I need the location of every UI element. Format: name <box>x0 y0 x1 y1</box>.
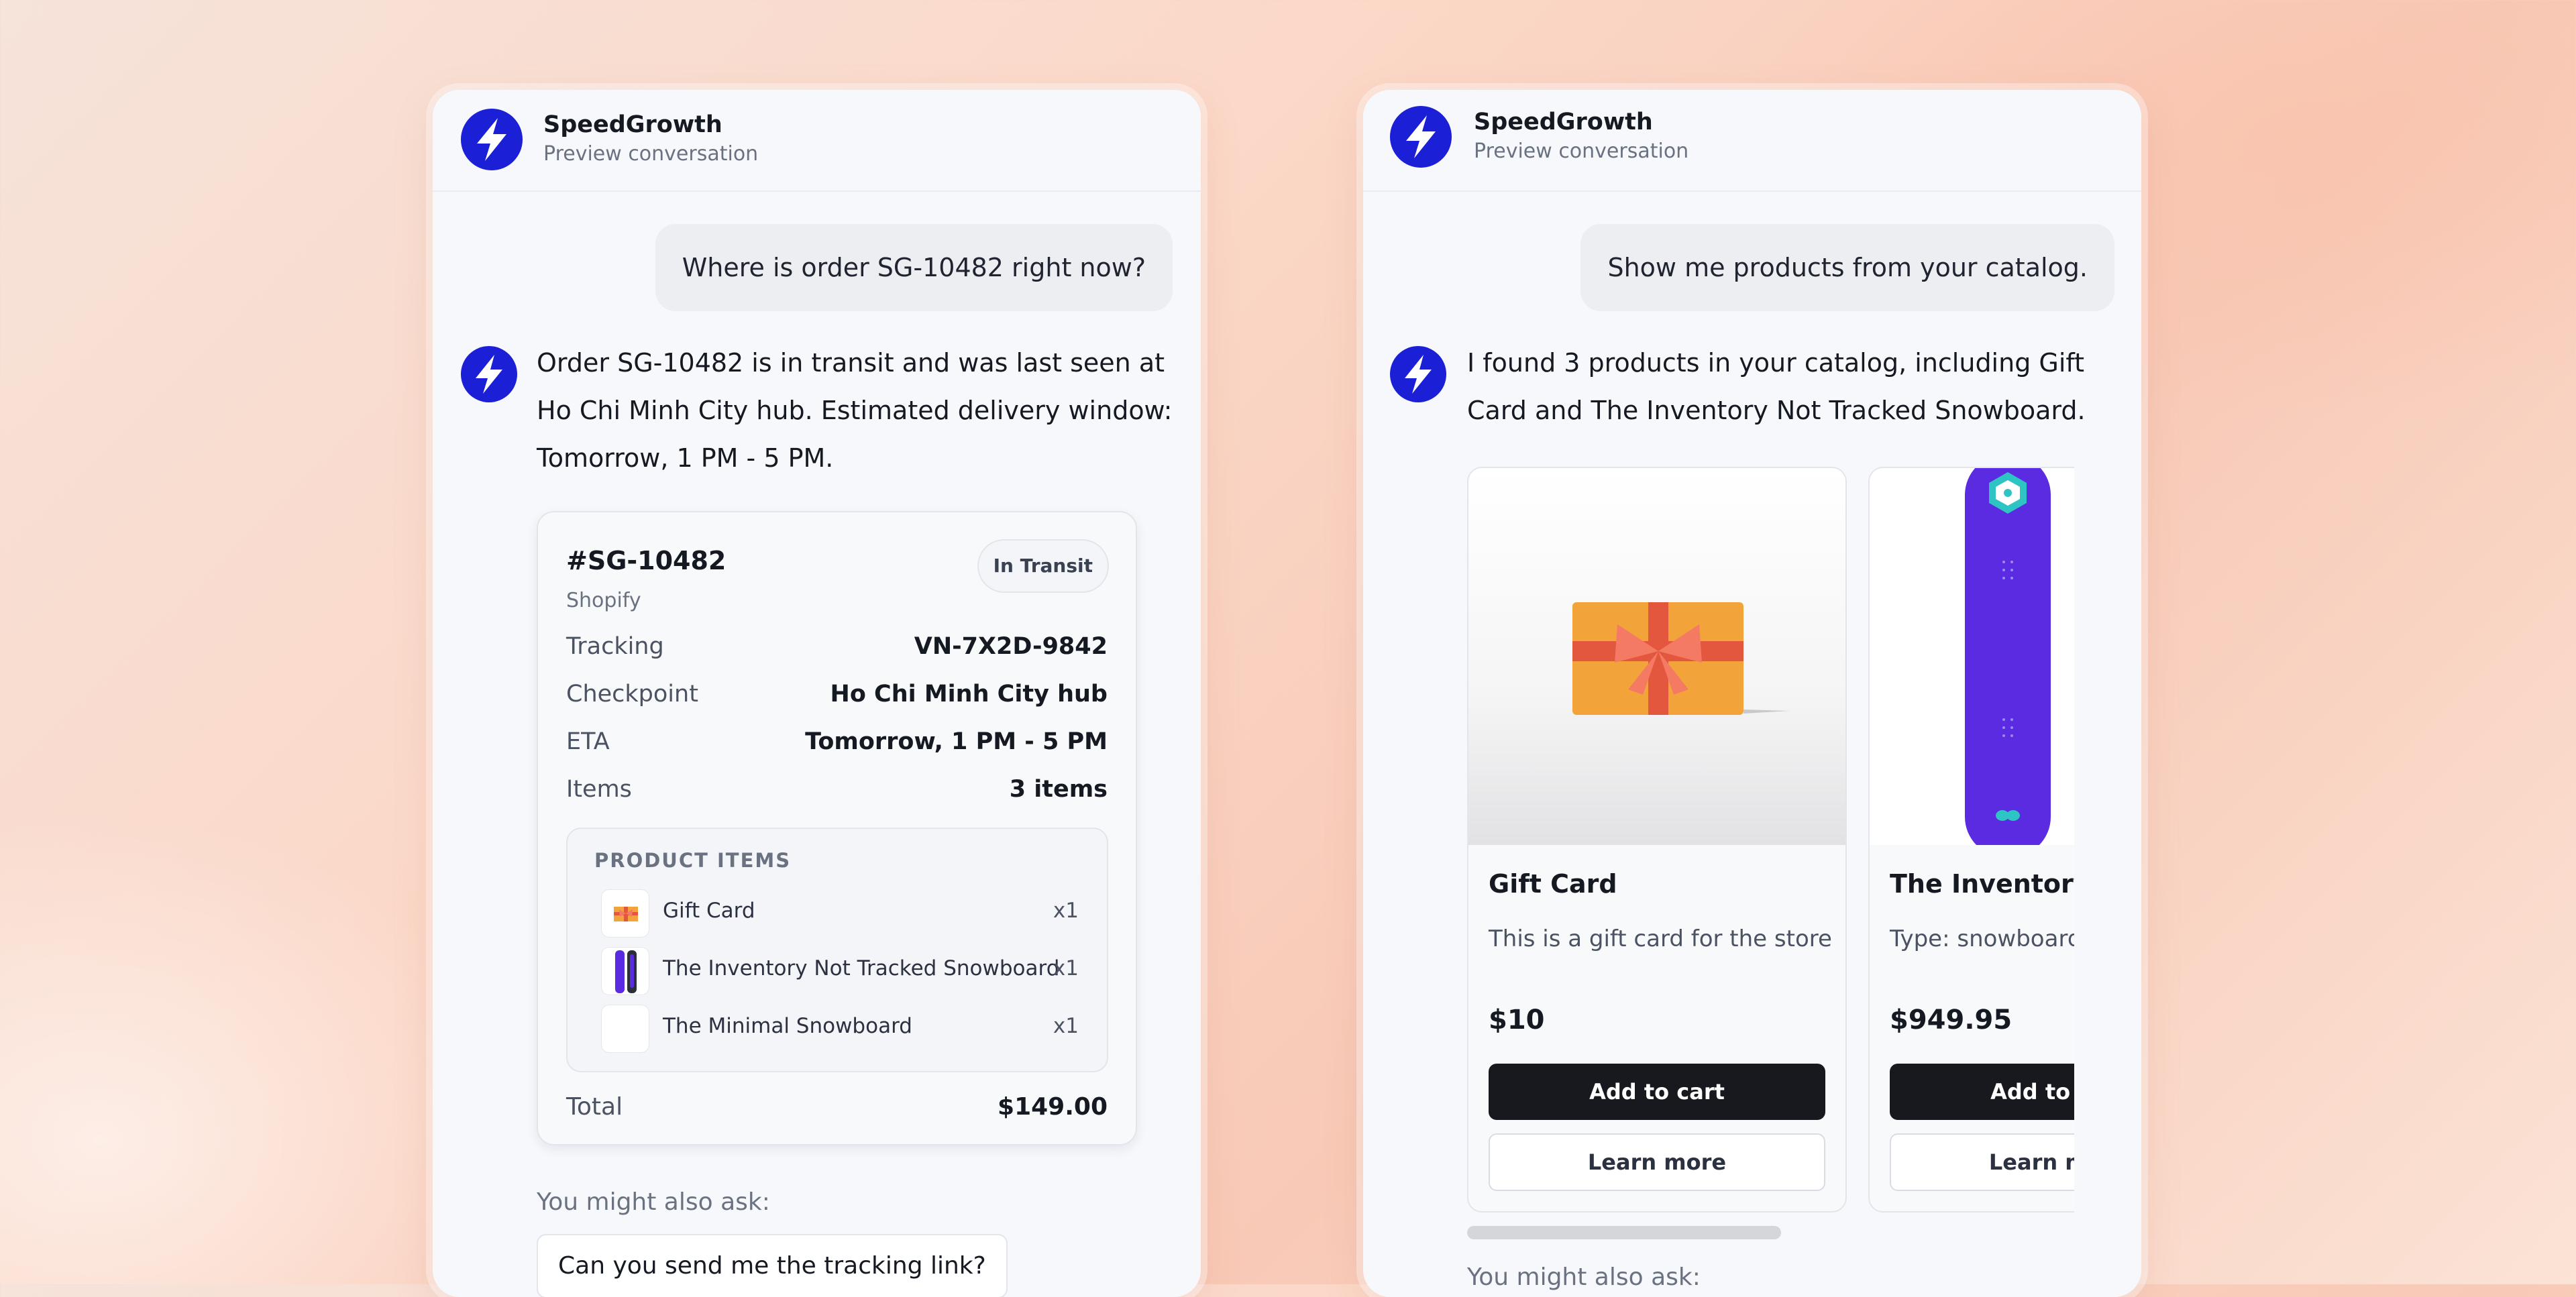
items-row: Items 3 items <box>566 776 1108 809</box>
field-value: Ho Chi Minh City hub <box>830 681 1108 708</box>
snowboard-thumbnail <box>601 947 649 995</box>
snowboard-image <box>1870 468 2074 845</box>
field-label: Tracking <box>566 633 664 660</box>
lightning-bolt-icon <box>1390 106 1452 168</box>
bot-message-line: Card and The Inventory Not Tracked Snowb… <box>1467 396 2086 425</box>
suggestions-title: You might also ask: <box>1467 1263 1701 1291</box>
carousel-scrollbar[interactable] <box>1467 1226 1781 1239</box>
order-id: #SG-10482 <box>566 546 727 575</box>
product-description: Type: snowboard <box>1890 925 2074 952</box>
field-label: Checkpoint <box>566 681 698 708</box>
checkpoint-row: Checkpoint Ho Chi Minh City hub <box>566 681 1108 714</box>
eta-row: ETA Tomorrow, 1 PM - 5 PM <box>566 728 1108 762</box>
chat-preview-order: SpeedGrowth Preview conversation Where i… <box>433 90 1201 1297</box>
field-value: Tomorrow, 1 PM - 5 PM <box>805 728 1108 755</box>
product-title: The Inventory Not Tracked Snowboard <box>1890 869 2074 899</box>
product-description: This is a gift card for the store <box>1489 925 1832 952</box>
chat-preview-catalog: SpeedGrowth Preview conversation Show me… <box>1363 90 2141 1297</box>
add-to-cart-button[interactable]: Add to cart <box>1489 1064 1825 1120</box>
order-card: #SG-10482 Shopify In Transit Tracking VN… <box>537 511 1137 1145</box>
field-value: 3 items <box>1009 776 1108 803</box>
product-qty: x1 <box>1053 1014 1079 1038</box>
tracking-row: Tracking VN-7X2D-9842 <box>566 633 1108 667</box>
chat-header: SpeedGrowth Preview conversation <box>1363 90 2141 192</box>
order-source: Shopify <box>566 589 641 612</box>
product-qty: x1 <box>1053 956 1079 980</box>
product-name: The Inventory Not Tracked Snowboard <box>663 956 1060 980</box>
user-message: Where is order SG-10482 right now? <box>655 224 1173 311</box>
user-message: Show me products from your catalog. <box>1580 224 2114 311</box>
add-to-cart-button[interactable]: Add to cart <box>1890 1064 2074 1120</box>
background <box>0 0 2576 1284</box>
product-price: $949.95 <box>1890 1005 2012 1035</box>
bot-message-line: Ho Chi Minh City hub. Estimated delivery… <box>537 396 1173 425</box>
suggestion-button[interactable]: Can you send me the tracking link? <box>537 1234 1008 1297</box>
product-items-box: PRODUCT ITEMS Gift Card x1 The Inventory… <box>566 828 1108 1072</box>
learn-more-button[interactable]: Learn more <box>1890 1133 2074 1191</box>
bot-avatar-icon <box>1390 346 1446 402</box>
list-item: Gift Card x1 <box>601 889 1079 938</box>
lightning-bolt-icon <box>461 109 523 170</box>
status-badge: In Transit <box>977 539 1109 593</box>
product-card: Gift Card This is a gift card for the st… <box>1467 467 1847 1213</box>
bot-avatar-icon <box>461 346 517 402</box>
product-card: The Inventory Not Tracked Snowboard Type… <box>1868 467 2074 1213</box>
brand-subtitle: Preview conversation <box>1474 139 1689 163</box>
product-carousel[interactable]: Gift Card This is a gift card for the st… <box>1467 467 2074 1297</box>
total-value: $149.00 <box>998 1093 1108 1121</box>
bot-message-line: Tomorrow, 1 PM - 5 PM. <box>537 443 834 473</box>
minimal-snowboard-thumbnail <box>601 1005 649 1053</box>
list-item: The Minimal Snowboard x1 <box>601 1005 1079 1053</box>
gift-card-thumbnail <box>601 889 649 938</box>
product-name: The Minimal Snowboard <box>663 1014 912 1038</box>
product-name: Gift Card <box>663 899 755 923</box>
brand-name: SpeedGrowth <box>1474 109 1653 135</box>
brand-subtitle: Preview conversation <box>543 142 759 166</box>
gift-card-image <box>1468 468 1845 845</box>
field-label: ETA <box>566 728 610 755</box>
product-items-title: PRODUCT ITEMS <box>594 849 792 872</box>
bot-message-line: Order SG-10482 is in transit and was las… <box>537 348 1165 378</box>
tracking-number[interactable]: VN-7X2D-9842 <box>914 633 1108 660</box>
learn-more-button[interactable]: Learn more <box>1489 1133 1825 1191</box>
product-price: $10 <box>1489 1005 1545 1035</box>
bot-message-line: I found 3 products in your catalog, incl… <box>1467 348 2085 378</box>
suggestions-title: You might also ask: <box>537 1188 770 1216</box>
total-label: Total <box>566 1093 623 1121</box>
chat-header: SpeedGrowth Preview conversation <box>433 90 1201 192</box>
product-qty: x1 <box>1053 899 1079 923</box>
brand-name: SpeedGrowth <box>543 111 722 138</box>
field-label: Items <box>566 776 632 803</box>
product-title: Gift Card <box>1489 869 1617 899</box>
list-item: The Inventory Not Tracked Snowboard x1 <box>601 947 1079 995</box>
